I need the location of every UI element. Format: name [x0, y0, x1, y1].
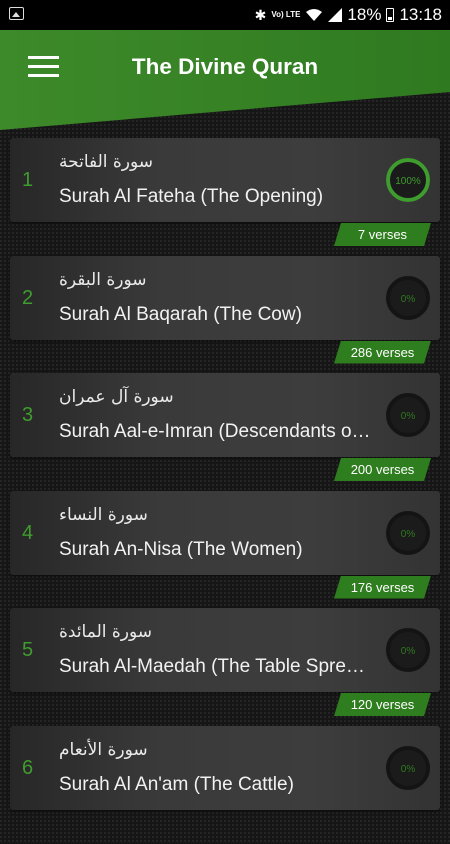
surah-number: 4 [22, 521, 34, 544]
progress-ring: 0% [386, 628, 430, 672]
battery-percent: 18% [347, 5, 382, 24]
surah-card[interactable]: 5 سورة المائدة Surah Al-Maedah (The Tabl… [10, 608, 440, 692]
battery-icon [386, 8, 395, 22]
verse-count-badge: 120 verses [334, 693, 431, 716]
verse-count-badge: 7 verses [334, 223, 431, 246]
progress-ring: 0% [386, 510, 430, 555]
surah-list-item: 4 سورة النساء Surah An-Nisa (The Women) … [10, 490, 440, 609]
surah-list-item: 3 سورة آل عمران Surah Aal-e-Imran (Desce… [10, 373, 440, 491]
surah-english-name: Surah Aal-e-Imran (Descendants o… [59, 421, 371, 442]
surah-card[interactable]: 1 سورة الفاتحة Surah Al Fateha (The Open… [10, 138, 440, 222]
progress-label: 0% [401, 411, 416, 422]
progress-label: 0% [401, 294, 416, 305]
surah-arabic-name: سورة الأنعام [59, 739, 148, 760]
surah-arabic-name: سورة المائدة [59, 622, 153, 642]
signal-icon [328, 8, 343, 22]
surah-english-name: Surah Al-Maedah (The Table Spre… [59, 656, 365, 677]
surah-number: 2 [22, 286, 34, 309]
progress-label: 0% [401, 646, 416, 657]
surah-english-name: Surah Al An'am (The Cattle) [59, 773, 294, 795]
surah-arabic-name: سورة النساء [59, 504, 148, 525]
surah-arabic-name: سورة البقرة [59, 269, 147, 290]
verse-count-badge: 176 verses [334, 576, 431, 599]
progress-ring: 0% [386, 745, 430, 790]
surah-number: 3 [22, 404, 34, 426]
surah-number: 1 [22, 169, 34, 191]
page-title: The Divine Quran [131, 54, 319, 79]
wifi-icon [306, 8, 323, 21]
app-header: The Divine Quran [0, 30, 450, 132]
status-bar: ✱ Vo) LTE 18% 13:18 [0, 0, 450, 30]
surah-english-name: Surah Al Baqarah (The Cow) [59, 303, 302, 325]
verse-count-badge: 200 verses [334, 458, 431, 481]
surah-number: 6 [22, 756, 34, 779]
surah-arabic-name: سورة الفاتحة [59, 152, 154, 172]
verse-count-badge: 286 verses [334, 341, 431, 364]
surah-list-item: 2 سورة البقرة Surah Al Baqarah (The Cow)… [10, 255, 440, 374]
surah-english-name: Surah Al Fateha (The Opening) [59, 186, 324, 207]
clock: 13:18 [399, 5, 442, 24]
surah-card[interactable]: 6 سورة الأنعام Surah Al An'am (The Cattl… [10, 725, 440, 810]
progress-label: 0% [401, 529, 416, 540]
progress-ring: 0% [386, 393, 430, 437]
surah-list-item: 5 سورة المائدة Surah Al-Maedah (The Tabl… [10, 608, 440, 726]
gallery-notification-icon [9, 7, 24, 20]
progress-ring: 0% [386, 275, 430, 320]
surah-card[interactable]: 2 سورة البقرة Surah Al Baqarah (The Cow)… [10, 255, 440, 340]
progress-label: 100% [395, 176, 421, 187]
surah-card[interactable]: 4 سورة النساء Surah An-Nisa (The Women) … [10, 490, 440, 575]
surah-arabic-name: سورة آل عمران [59, 387, 174, 407]
volte-lte-icon: Vo) LTE [271, 10, 301, 19]
surah-list-item: 1 سورة الفاتحة Surah Al Fateha (The Open… [10, 138, 440, 256]
header-background [0, 30, 450, 130]
bluetooth-icon: ✱ [254, 6, 267, 23]
surah-card[interactable]: 3 سورة آل عمران Surah Aal-e-Imran (Desce… [10, 373, 440, 457]
surah-list-item: 6 سورة الأنعام Surah Al An'am (The Cattl… [10, 725, 440, 844]
surah-number: 5 [22, 639, 34, 661]
status-icons: ✱ Vo) LTE 18% 13:18 [255, 5, 442, 25]
progress-label: 0% [401, 764, 416, 775]
surah-english-name: Surah An-Nisa (The Women) [59, 538, 303, 560]
progress-ring: 100% [386, 158, 430, 202]
